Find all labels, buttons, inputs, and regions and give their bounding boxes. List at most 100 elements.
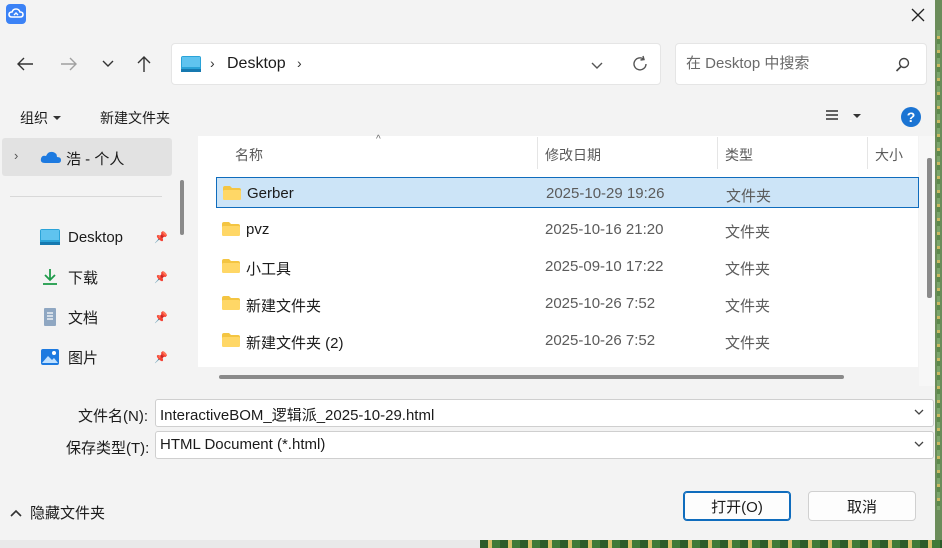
desktop-icon [40,229,60,245]
sidebar-scrollbar[interactable] [180,180,184,235]
list-view-icon [826,110,838,120]
refresh-icon [633,55,647,71]
address-bar[interactable]: › Desktop › [171,43,661,85]
filetype-label: 保存类型(T): [66,440,150,457]
search-box[interactable] [675,43,927,85]
sidebar-item-desktop[interactable]: Desktop [40,225,123,249]
horizontal-scrollbar[interactable] [219,375,844,379]
arrow-up-icon [137,56,151,72]
hide-folders-toggle[interactable]: 隐藏文件夹 [10,502,105,523]
help-button[interactable]: ? [901,107,921,127]
filetype-select[interactable]: HTML Document (*.html) [155,431,934,459]
file-row[interactable]: Gerber 2025-10-29 19:26 文件夹 [216,177,919,208]
new-folder-label: 新建文件夹 [100,110,170,126]
chevron-down-icon[interactable] [913,406,925,418]
file-row[interactable]: pvz 2025-10-16 21:20 文件夹 [216,214,919,245]
pictures-icon [41,349,59,365]
file-name: Gerber [247,185,294,202]
up-button[interactable] [130,50,158,78]
file-type: 文件夹 [725,335,771,352]
file-name: pvz [246,221,270,238]
pin-icon[interactable]: 📌 [154,351,168,364]
chevron-down-icon [102,60,114,67]
back-button[interactable] [11,50,39,78]
chevron-right-icon[interactable]: › [14,148,18,163]
column-header-name[interactable]: 名称 [235,145,263,165]
caret-down-icon [853,114,861,118]
close-icon [911,8,925,22]
recent-locations-button[interactable] [94,50,122,78]
pin-icon[interactable]: 📌 [154,271,168,284]
new-folder-button[interactable]: 新建文件夹 [100,108,170,128]
onedrive-cloud-icon [40,150,62,167]
hide-folders-label: 隐藏文件夹 [30,505,106,522]
sidebar-item-onedrive[interactable]: › 浩 - 个人 [2,138,172,176]
file-date: 2025-10-16 21:20 [545,221,664,238]
folder-icon [223,186,241,200]
open-button[interactable]: 打开(O) [683,491,791,521]
folder-icon [222,296,240,310]
onedrive-label: 浩 - 个人 [66,151,125,168]
sidebar-item-downloads[interactable]: 下载 [40,265,98,289]
file-date: 2025-10-26 7:52 [545,332,656,349]
breadcrumb-separator-icon: › [210,55,215,71]
background-window-edge [935,0,942,548]
app-cloud-icon [6,4,26,24]
folder-icon [222,222,240,236]
file-row[interactable]: 新建文件夹 (2) 2025-10-26 7:52 文件夹 [216,325,919,356]
file-date: 2025-09-10 17:22 [545,258,664,275]
file-row[interactable]: 新建文件夹 2025-10-26 7:52 文件夹 [216,288,919,319]
file-name: 小工具 [246,261,292,278]
file-type: 文件夹 [725,261,771,278]
arrow-left-icon [17,57,33,71]
breadcrumb-desktop[interactable]: Desktop [227,55,286,73]
sort-ascending-icon: ^ [376,134,381,145]
column-divider[interactable] [537,137,538,169]
organize-label: 组织 [20,110,48,126]
help-icon: ? [906,109,916,125]
column-header-type[interactable]: 类型 [725,145,753,165]
chevron-up-icon [10,509,22,517]
column-header-date[interactable]: 修改日期 [545,145,601,165]
chevron-down-icon[interactable] [913,438,925,450]
sidebar-item-label: 文档 [68,309,99,327]
open-button-label: 打开(O) [711,498,763,516]
file-type: 文件夹 [725,298,771,315]
folder-icon [222,333,240,347]
download-icon [43,269,57,285]
address-history-dropdown[interactable] [590,58,604,74]
search-icon[interactable] [895,57,911,76]
breadcrumb-chevron-icon[interactable]: › [297,55,302,71]
column-divider[interactable] [867,137,868,169]
view-options-button[interactable] [824,109,862,123]
file-date: 2025-10-29 19:26 [546,185,665,202]
forward-button[interactable] [55,50,83,78]
pin-icon[interactable]: 📌 [154,231,168,244]
cancel-button-label: 取消 [846,498,877,516]
filename-field[interactable]: InteractiveBOM_逻辑派_2025-10-29.html [155,399,934,427]
sidebar-item-label: 下载 [68,269,99,287]
search-input[interactable] [684,54,888,73]
column-header-size[interactable]: 大小 [875,145,903,165]
filename-value[interactable]: InteractiveBOM_逻辑派_2025-10-29.html [160,404,434,425]
sidebar-item-pictures[interactable]: 图片 [40,345,98,369]
title-bar [0,0,935,32]
organize-menu-button[interactable]: 组织 [20,108,62,128]
cancel-button[interactable]: 取消 [808,491,916,521]
refresh-button[interactable] [631,55,649,76]
arrow-right-icon [61,57,77,71]
documents-icon [44,308,56,326]
filetype-value: HTML Document (*.html) [160,436,326,453]
sidebar-divider [10,196,162,197]
close-button[interactable] [898,0,938,30]
file-row[interactable]: 小工具 2025-09-10 17:22 文件夹 [216,251,919,282]
sidebar-item-label: 图片 [68,349,99,367]
file-type: 文件夹 [725,224,771,241]
sidebar-item-documents[interactable]: 文档 [40,305,98,329]
file-name: 新建文件夹 [246,298,322,315]
pin-icon[interactable]: 📌 [154,311,168,324]
sidebar-item-label: Desktop [68,228,124,246]
column-divider[interactable] [717,137,718,169]
vertical-scrollbar[interactable] [927,158,932,298]
folder-icon [222,259,240,273]
